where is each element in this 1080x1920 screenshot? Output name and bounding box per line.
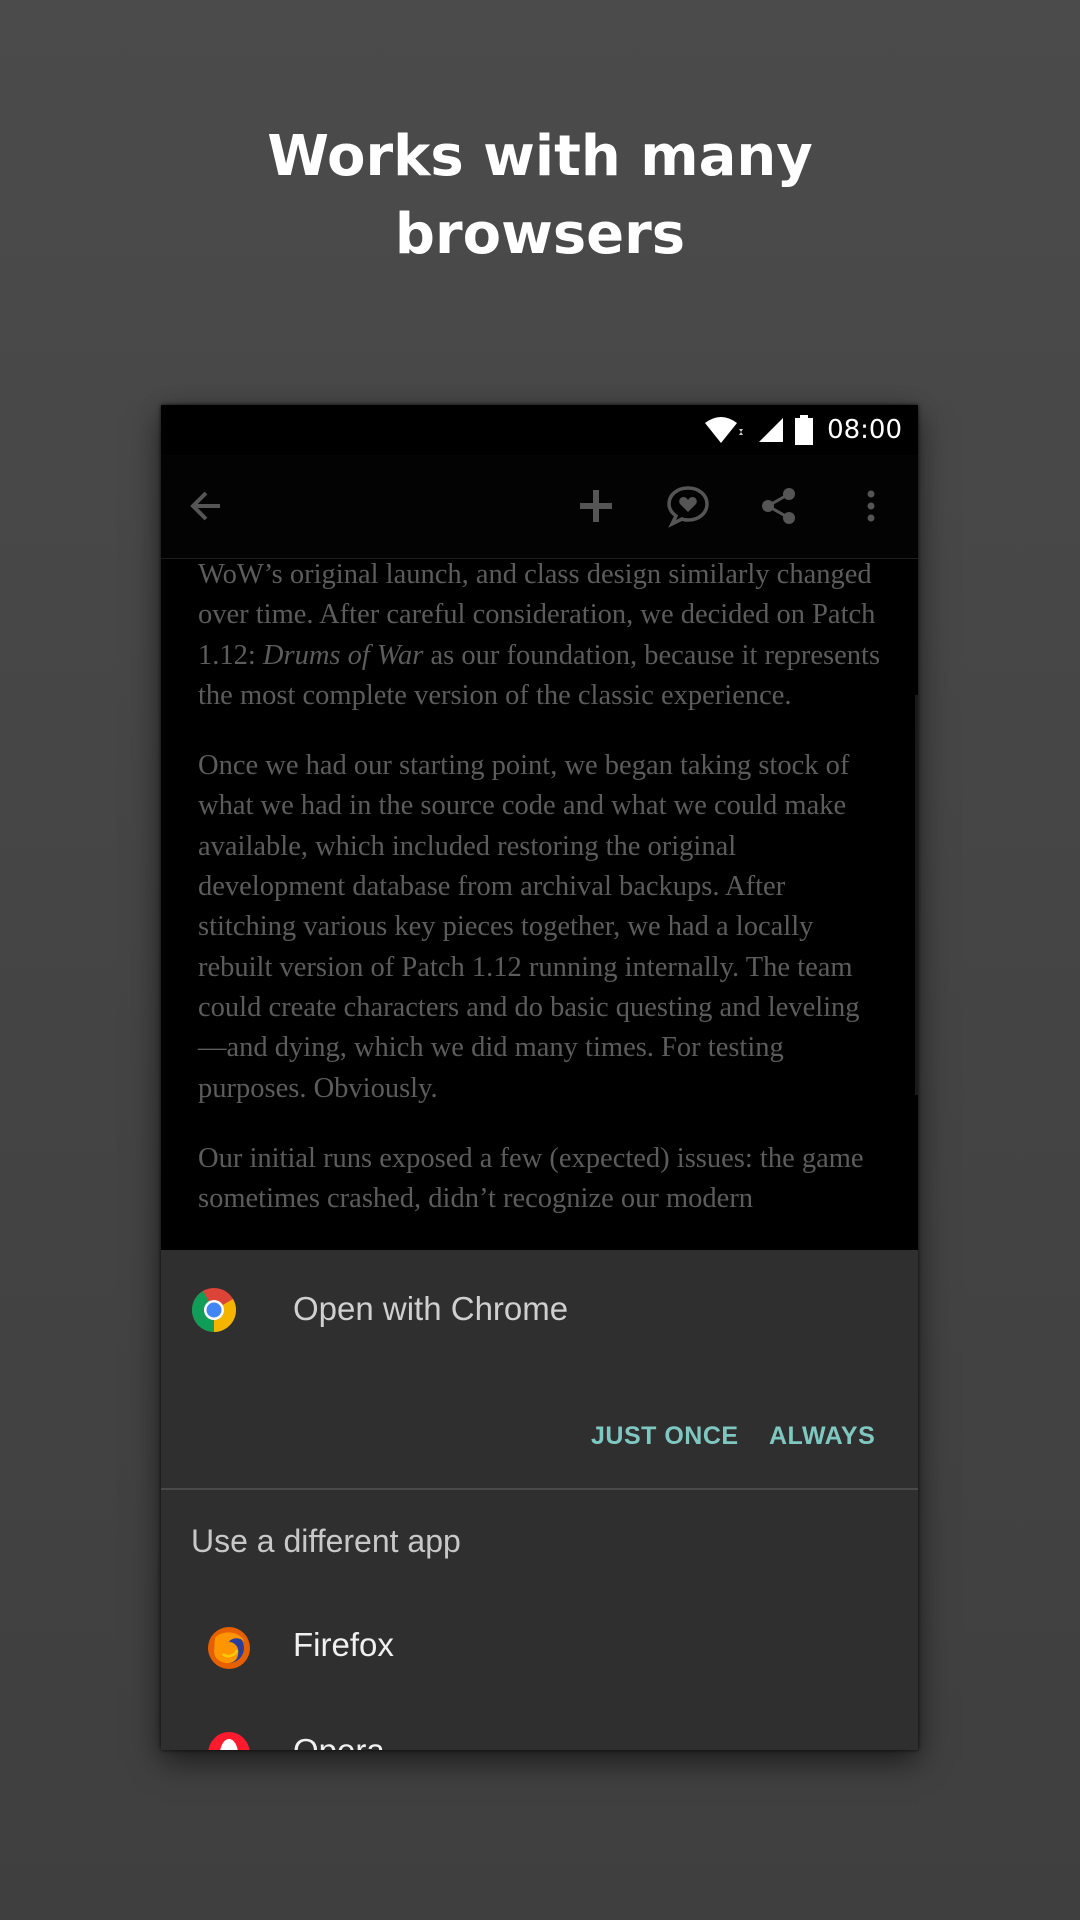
scrollbar[interactable]	[915, 695, 918, 1095]
comment-heart-icon[interactable]	[661, 479, 715, 533]
app-name: Opera	[293, 1732, 385, 1750]
open-with-label: Open with Chrome	[293, 1290, 569, 1327]
phone-screen: 08:00 WoW’s original launch, and class d…	[161, 405, 918, 1750]
wifi-icon	[705, 417, 744, 443]
app-name: Firefox	[293, 1626, 394, 1663]
firefox-icon	[208, 1627, 250, 1669]
article-paragraph: Our initial runs exposed a few (expected…	[198, 1142, 864, 1215]
article-body: WoW’s original launch, and class design …	[198, 555, 888, 1249]
just-once-button[interactable]: JUST ONCE	[591, 1422, 739, 1451]
headline: Works with many browsers	[0, 118, 1080, 274]
back-arrow-icon[interactable]	[179, 479, 233, 533]
different-app-title: Use a different app	[191, 1523, 461, 1559]
always-button[interactable]: ALWAYS	[769, 1422, 875, 1451]
app-chooser-sheet: Open with Chrome JUST ONCE ALWAYS Use a …	[161, 1250, 918, 1750]
add-icon[interactable]	[569, 479, 623, 533]
article-paragraph: WoW’s original launch, and class design …	[198, 559, 881, 711]
share-icon[interactable]	[752, 479, 806, 533]
patch-title: Drums of War	[262, 639, 424, 671]
status-time: 08:00	[827, 415, 902, 445]
more-vert-icon[interactable]	[844, 479, 898, 533]
headline-line-2: browsers	[394, 202, 686, 267]
opera-icon	[208, 1732, 250, 1750]
open-with-chrome-row[interactable]: Open with Chrome	[161, 1250, 918, 1370]
chrome-icon	[192, 1288, 236, 1332]
battery-icon	[795, 415, 814, 445]
status-bar: 08:00	[161, 405, 918, 455]
toolbar	[161, 455, 918, 559]
cellular-signal-icon	[759, 418, 784, 442]
article-paragraph: Once we had our starting point, we began…	[198, 750, 860, 1104]
divider	[161, 1488, 918, 1490]
headline-line-1: Works with many	[267, 124, 813, 189]
